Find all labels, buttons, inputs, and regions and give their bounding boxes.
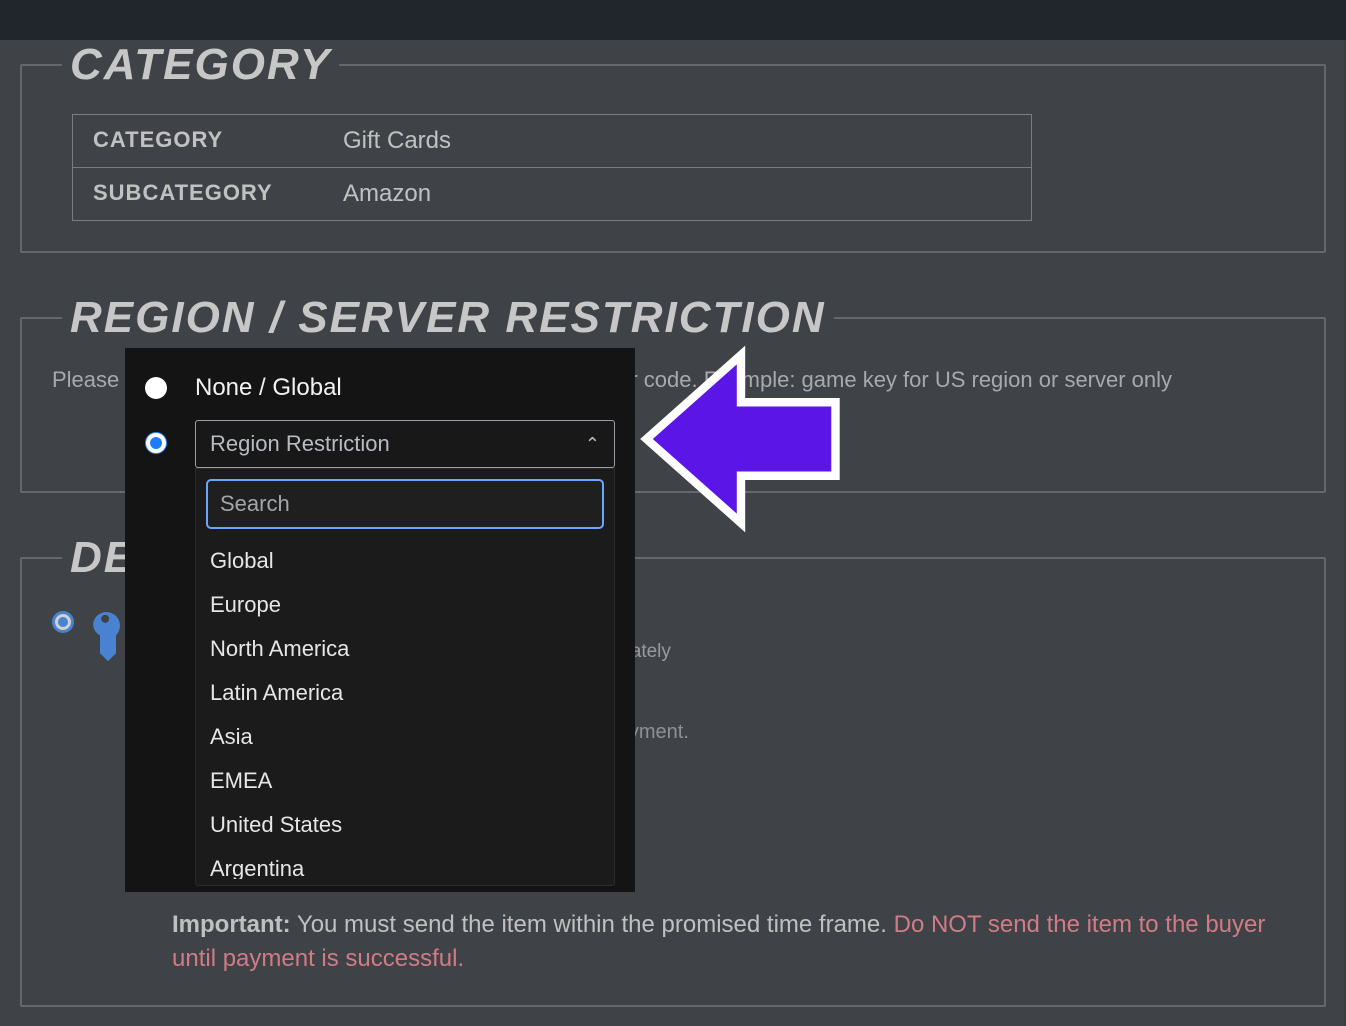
- subcategory-row: SUBCATEGORY Amazon: [73, 168, 1031, 220]
- category-row-label: CATEGORY: [73, 115, 323, 167]
- region-combobox-placeholder: Region Restriction: [210, 431, 390, 457]
- region-combobox-head[interactable]: Region Restriction ⌃: [195, 420, 615, 468]
- region-option-item[interactable]: Global: [206, 539, 600, 583]
- category-row: CATEGORY Gift Cards: [73, 115, 1031, 168]
- region-combobox-panel: Global Europe North America Latin Americ…: [195, 468, 615, 886]
- region-option-restriction[interactable]: Region Restriction ⌃ Global Europe North…: [145, 420, 615, 886]
- region-option-item[interactable]: Asia: [206, 715, 600, 759]
- category-row-value: Gift Cards: [323, 115, 1031, 167]
- important-bold: Important:: [172, 911, 291, 938]
- subcategory-row-label: SUBCATEGORY: [73, 168, 323, 220]
- region-option-item[interactable]: Argentina: [206, 847, 600, 879]
- important-text: You must send the item within the promis…: [297, 911, 894, 938]
- radio-selected-icon[interactable]: [52, 611, 74, 633]
- radio-selected-icon[interactable]: [145, 432, 167, 454]
- region-option-item[interactable]: North America: [206, 627, 600, 671]
- region-option-item[interactable]: EMEA: [206, 759, 600, 803]
- region-option-list[interactable]: Global Europe North America Latin Americ…: [206, 539, 604, 879]
- region-legend: Region / Server Restriction: [62, 293, 834, 343]
- region-option-item[interactable]: United States: [206, 803, 600, 847]
- delivery-important-note: Important: You must send the item within…: [172, 908, 1294, 975]
- annotation-arrow-icon: [636, 344, 846, 534]
- subcategory-row-value: Amazon: [323, 168, 1031, 220]
- region-option-item[interactable]: Europe: [206, 583, 600, 627]
- region-option-item[interactable]: Latin America: [206, 671, 600, 715]
- chevron-up-icon: ⌃: [585, 434, 600, 455]
- region-option-none[interactable]: None / Global: [145, 374, 615, 402]
- region-search-input[interactable]: [206, 479, 604, 529]
- category-legend: Category: [62, 40, 339, 90]
- category-table: CATEGORY Gift Cards SUBCATEGORY Amazon: [72, 114, 1032, 221]
- region-popup: None / Global Region Restriction ⌃ Globa…: [125, 348, 635, 892]
- category-section: Category CATEGORY Gift Cards SUBCATEGORY…: [20, 40, 1326, 253]
- radio-unselected-icon[interactable]: [145, 377, 167, 399]
- region-option-none-label: None / Global: [195, 374, 342, 402]
- region-combobox[interactable]: Region Restriction ⌃ Global Europe North…: [195, 420, 615, 886]
